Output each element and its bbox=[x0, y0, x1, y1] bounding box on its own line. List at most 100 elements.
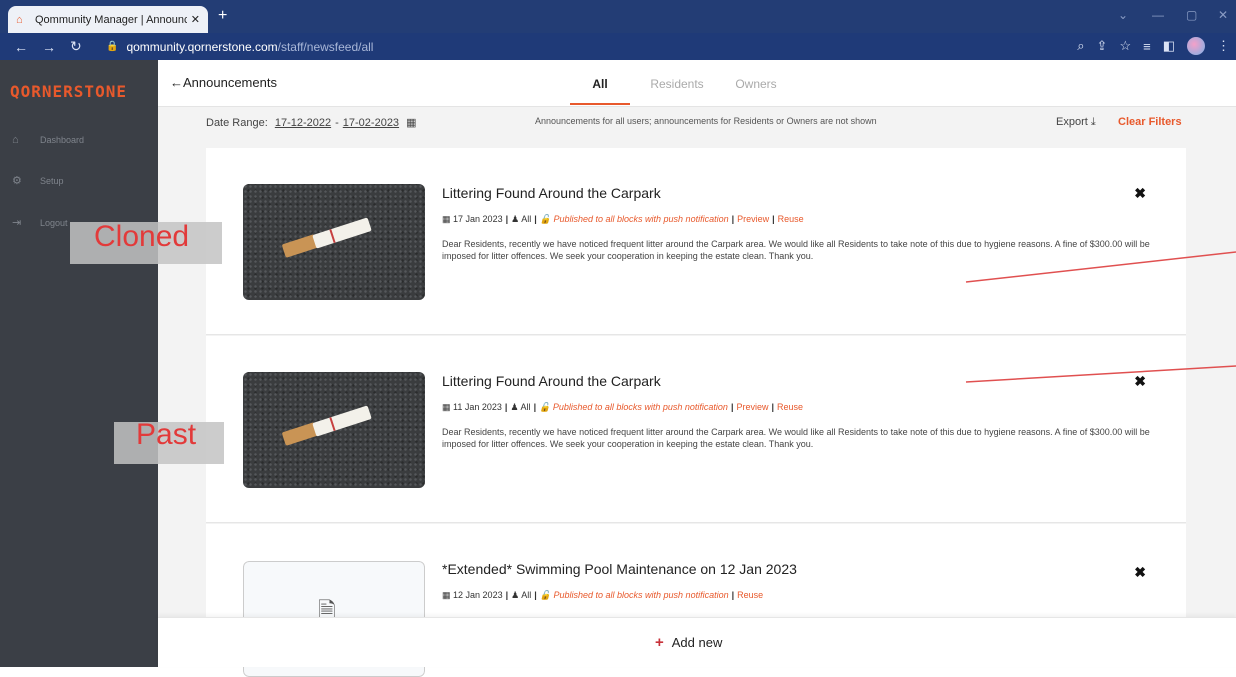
delete-icon[interactable]: ✖ bbox=[1134, 373, 1146, 390]
page-title: Announcements bbox=[183, 75, 277, 90]
date-to[interactable]: 17-02-2023 bbox=[343, 117, 399, 129]
maximize-icon[interactable]: ▢ bbox=[1186, 8, 1197, 22]
unlock-icon: 🔓 bbox=[539, 402, 551, 412]
preview-link[interactable]: Preview bbox=[737, 214, 769, 224]
announcement-meta: ▦ 11 Jan 2023 | ♟ All | 🔓 Published to all b… bbox=[442, 402, 804, 412]
annotation-label-past: Past bbox=[136, 418, 197, 451]
app-favicon-icon: ⌂ bbox=[16, 13, 23, 26]
star-icon[interactable]: ☆ bbox=[1119, 38, 1131, 54]
forward-arrow-icon[interactable]: → bbox=[42, 39, 56, 55]
announcement-meta: ▦ 12 Jan 2023 | ♟ All | 🔓 Published to all b… bbox=[442, 590, 764, 600]
delete-icon[interactable]: ✖ bbox=[1134, 185, 1146, 202]
calendar-icon[interactable]: ▦ bbox=[406, 117, 416, 129]
add-new-bar: + Add new bbox=[158, 617, 1236, 667]
sidebar-item-dashboard[interactable]: ⌂ Dashboard bbox=[12, 134, 84, 146]
chevron-down-icon[interactable]: ⌄ bbox=[1118, 8, 1128, 22]
announcement-audience: All bbox=[521, 214, 532, 224]
minimize-icon[interactable]: — bbox=[1152, 8, 1164, 22]
sidebar-item-label: Logout bbox=[40, 217, 68, 228]
announcement-status: Published to all blocks with push notifi… bbox=[553, 214, 729, 224]
filter-bar: Date Range: 17-12-2022-17-02-2023 ▦ Anno… bbox=[158, 107, 1236, 139]
announcement-body: Dear Residents, recently we have noticed… bbox=[442, 427, 1150, 449]
share-icon[interactable]: ⇪ bbox=[1097, 38, 1108, 54]
announcement-audience: All bbox=[520, 402, 531, 412]
calendar-icon: ▦ bbox=[442, 214, 451, 224]
sidebar-item-setup[interactable]: ⚙ Setup bbox=[12, 174, 64, 187]
new-tab-button[interactable]: + bbox=[218, 7, 227, 25]
address-bar: ← → ↻ 🔒 qommunity.qornerstone.com/staff/… bbox=[0, 33, 1236, 60]
unlock-icon: 🔓 bbox=[539, 214, 551, 224]
add-new-button[interactable]: + Add new bbox=[655, 634, 722, 651]
date-range[interactable]: Date Range: 17-12-2022-17-02-2023 ▦ bbox=[206, 116, 417, 129]
announcement-status: Published to all blocks with push notifi… bbox=[553, 590, 729, 600]
arrow-left-icon: ← bbox=[170, 75, 183, 90]
back-arrow-icon[interactable]: ← bbox=[14, 39, 28, 55]
logout-icon: ⇥ bbox=[12, 217, 22, 229]
gear-icon: ⚙ bbox=[12, 175, 22, 187]
filter-tabs: All Residents Owners bbox=[570, 60, 788, 105]
announcement-date: 17 Jan 2023 bbox=[453, 214, 503, 224]
url-path: /staff/newsfeed/all bbox=[277, 39, 374, 54]
lock-icon: 🔒 bbox=[106, 41, 119, 52]
announcement-title[interactable]: Littering Found Around the Carpark bbox=[442, 373, 661, 389]
delete-icon[interactable]: ✖ bbox=[1134, 564, 1146, 581]
unlock-icon: 🔓 bbox=[539, 590, 551, 600]
export-button[interactable]: Export ⤓ bbox=[1056, 116, 1096, 129]
user-icon: ♟ bbox=[511, 590, 520, 600]
reuse-link[interactable]: Reuse bbox=[778, 214, 804, 224]
tab-owners[interactable]: Owners bbox=[724, 60, 788, 105]
sidebar-item-label: Dashboard bbox=[40, 135, 85, 145]
url-field[interactable]: 🔒 qommunity.qornerstone.com/staff/newsfe… bbox=[106, 40, 373, 54]
annotation-label-cloned: Cloned bbox=[94, 220, 190, 253]
sidebar-item-logout[interactable]: ⇥ Logout bbox=[12, 216, 68, 229]
announcement-image bbox=[243, 372, 425, 488]
announcement-title[interactable]: Littering Found Around the Carpark bbox=[442, 185, 661, 201]
browser-tab-bar: ⌂ Qommunity Manager | Announce ✕ + ⌄ — ▢… bbox=[0, 0, 1236, 33]
avatar[interactable] bbox=[1187, 37, 1205, 55]
announcement-image bbox=[243, 184, 425, 300]
tab-residents[interactable]: Residents bbox=[630, 60, 724, 105]
home-icon: ⌂ bbox=[12, 134, 19, 146]
page-header: ←Announcements All Residents Owners bbox=[158, 60, 1236, 107]
zoom-icon[interactable]: ⌕ bbox=[1077, 38, 1084, 54]
announcement-card[interactable]: Littering Found Around the Carpark ▦ 11 … bbox=[206, 336, 1186, 523]
close-tab-icon[interactable]: ✕ bbox=[191, 13, 200, 26]
sidebar: QORNERSTONE ⌂ Dashboard ⚙ Setup ⇥ Logout bbox=[0, 60, 158, 667]
window-close-icon[interactable]: ✕ bbox=[1218, 8, 1228, 22]
download-icon: ⤓ bbox=[1090, 116, 1096, 128]
user-icon: ♟ bbox=[511, 214, 520, 224]
calendar-icon: ▦ bbox=[442, 402, 451, 412]
announcement-meta: ▦ 17 Jan 2023 | ♟ All | 🔓 Published to all b… bbox=[442, 214, 804, 224]
reuse-link[interactable]: Reuse bbox=[737, 590, 763, 600]
brand-logo[interactable]: QORNERSTONE bbox=[10, 82, 127, 101]
user-icon: ♟ bbox=[510, 402, 519, 412]
calendar-icon: ▦ bbox=[442, 590, 451, 600]
announcement-card[interactable]: 🗎 *Extended* Swimming Pool Maintenance o… bbox=[206, 524, 1186, 677]
date-range-label: Date Range: bbox=[206, 117, 268, 129]
reading-list-icon[interactable]: ≡ bbox=[1143, 39, 1151, 54]
sidebar-toggle-icon[interactable]: ◧ bbox=[1163, 38, 1175, 54]
back-button[interactable]: ←Announcements bbox=[170, 75, 277, 90]
add-new-label: Add new bbox=[671, 635, 723, 650]
browser-tab[interactable]: ⌂ Qommunity Manager | Announce ✕ bbox=[8, 6, 208, 33]
clear-filters-button[interactable]: Clear Filters bbox=[1118, 116, 1182, 128]
url-domain: qommunity.qornerstone.com bbox=[126, 39, 278, 54]
export-label: Export bbox=[1056, 116, 1088, 128]
preview-link[interactable]: Preview bbox=[736, 402, 768, 412]
browser-tab-title: Qommunity Manager | Announce bbox=[35, 13, 187, 26]
more-menu-icon[interactable]: ⋮ bbox=[1217, 38, 1230, 54]
reload-icon[interactable]: ↻ bbox=[70, 38, 84, 55]
date-from[interactable]: 17-12-2022 bbox=[275, 117, 331, 129]
announcement-date: 11 Jan 2023 bbox=[453, 402, 502, 412]
announcement-date: 12 Jan 2023 bbox=[453, 590, 503, 600]
announcement-status: Published to all blocks with push notifi… bbox=[552, 402, 728, 412]
announcement-body: Dear Residents, recently we have noticed… bbox=[442, 239, 1150, 261]
plus-icon: + bbox=[655, 634, 664, 651]
announcement-audience: All bbox=[521, 590, 532, 600]
sidebar-item-label: Setup bbox=[40, 175, 64, 186]
announcement-card[interactable]: Littering Found Around the Carpark ▦ 17 … bbox=[206, 148, 1186, 335]
filter-note: Announcements for all users; announcemen… bbox=[535, 116, 877, 126]
tab-all[interactable]: All bbox=[570, 60, 630, 105]
announcement-title[interactable]: *Extended* Swimming Pool Maintenance on … bbox=[442, 561, 797, 577]
reuse-link[interactable]: Reuse bbox=[777, 402, 803, 412]
